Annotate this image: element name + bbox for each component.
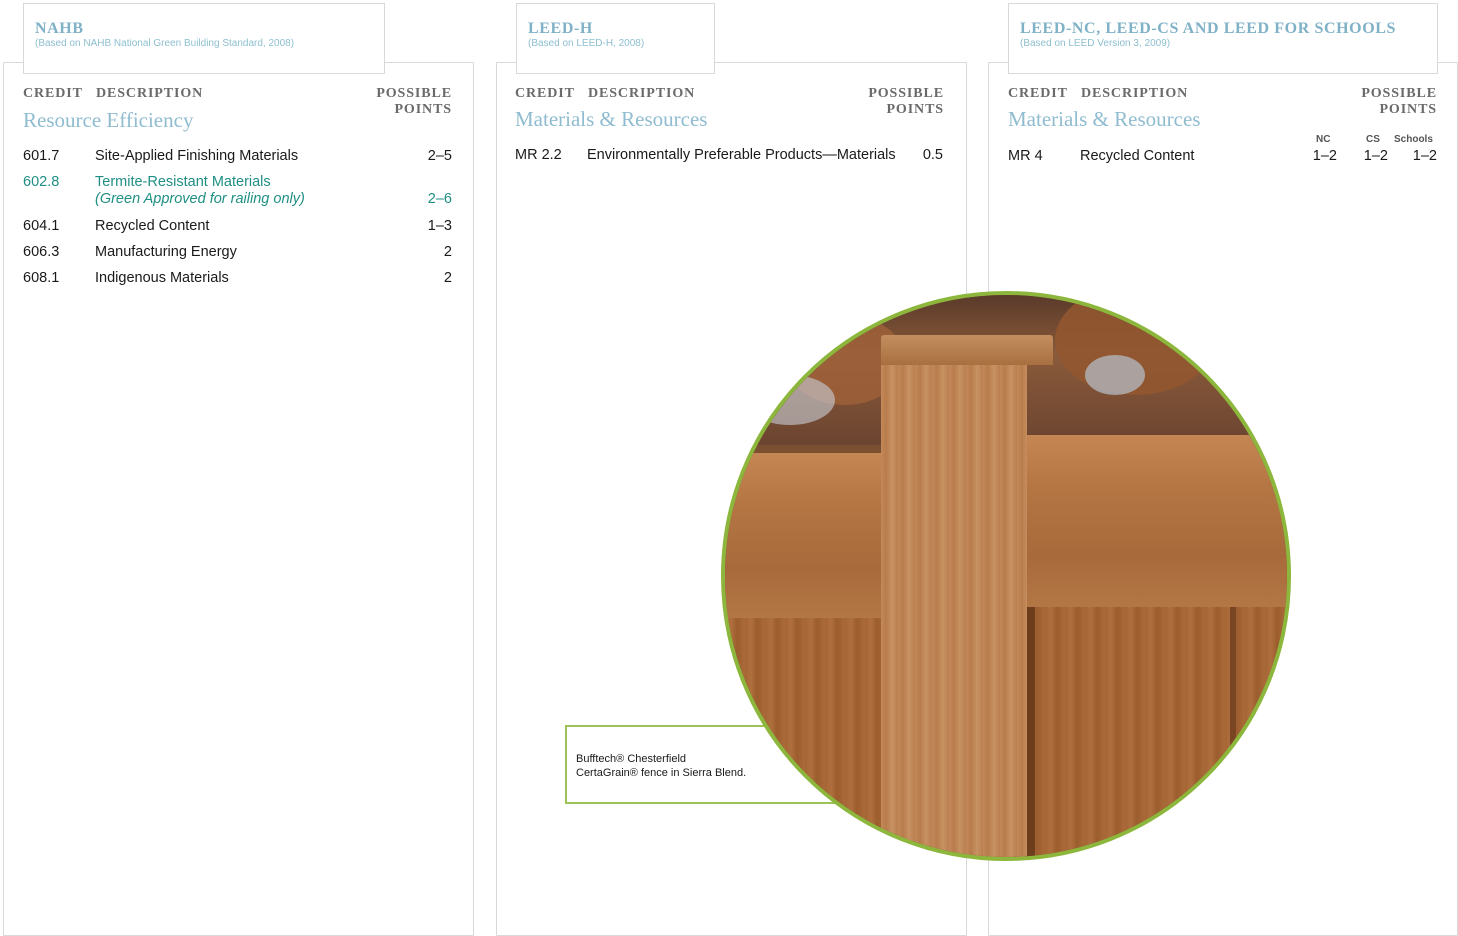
row-points: 1–3 — [427, 218, 452, 234]
row-description: Environmentally Preferable Products—Mate… — [587, 147, 896, 163]
credit-header: CREDIT — [1008, 86, 1068, 101]
cs-subheader: CS — [1366, 134, 1380, 145]
credit-header: CREDIT — [515, 86, 575, 101]
description-header: DESCRIPTION — [1081, 86, 1189, 101]
description-header: DESCRIPTION — [96, 86, 204, 101]
panel-title: LEED-H — [528, 20, 593, 37]
row-cs-points: 1–2 — [1363, 148, 1388, 164]
nahb-title-box: NAHB (Based on NAHB National Green Build… — [23, 3, 385, 74]
description-header: DESCRIPTION — [588, 86, 696, 101]
row-credit: MR 2.2 — [515, 147, 562, 163]
row-note: (Green Approved for railing only) — [95, 191, 305, 207]
fence-rail — [1020, 435, 1287, 607]
panel-subtitle: (Based on NAHB National Green Building S… — [35, 38, 295, 49]
row-nc-points: 1–2 — [1312, 148, 1337, 164]
fence-board — [725, 615, 885, 857]
section-title: Materials & Resources — [515, 107, 708, 131]
fence-board — [1025, 600, 1287, 857]
panel-subtitle: (Based on LEED-H, 2008) — [528, 38, 645, 49]
sky-patch — [745, 375, 835, 425]
panel-subtitle: (Based on LEED Version 3, 2009) — [1020, 38, 1171, 49]
points-header: POSSIBLE POINTS — [376, 86, 452, 117]
row-credit: 601.7 — [23, 148, 60, 164]
section-title: Resource Efficiency — [23, 108, 194, 132]
row-credit: 608.1 — [23, 270, 60, 286]
leed-nc-title-box: LEED-NC, LEED-CS AND LEED FOR SCHOOLS (B… — [1008, 3, 1438, 74]
row-points: 2 — [443, 244, 452, 260]
row-credit: MR 4 — [1008, 148, 1043, 164]
row-credit: 604.1 — [23, 218, 60, 234]
row-points: 2–5 — [427, 148, 452, 164]
row-description: Recycled Content — [95, 218, 210, 234]
row-description: Termite-Resistant Materials — [95, 174, 271, 190]
leed-h-title-box: LEED-H (Based on LEED-H, 2008) — [516, 3, 715, 74]
points-header: POSSIBLE POINTS — [868, 86, 944, 117]
credit-header: CREDIT — [23, 86, 83, 101]
row-description: Indigenous Materials — [95, 270, 229, 286]
post-cap — [881, 335, 1053, 365]
row-points: 0.5 — [922, 147, 943, 163]
panel-title: NAHB — [35, 20, 84, 37]
section-title: Materials & Resources — [1008, 107, 1201, 131]
row-description: Recycled Content — [1080, 148, 1195, 164]
row-description: Manufacturing Energy — [95, 244, 237, 260]
schools-subheader: Schools — [1394, 134, 1433, 145]
sky-patch — [1085, 355, 1145, 395]
row-credit: 606.3 — [23, 244, 60, 260]
fence-post — [881, 357, 1027, 857]
nc-subheader: NC — [1316, 134, 1331, 145]
panel-title: LEED-NC, LEED-CS AND LEED FOR SCHOOLS — [1020, 20, 1397, 37]
row-points: 2 — [443, 270, 452, 286]
board-gap — [1230, 600, 1236, 857]
row-points: 2–6 — [427, 191, 452, 207]
points-header: POSSIBLE POINTS — [1361, 86, 1437, 117]
fence-photo — [721, 291, 1291, 861]
fence-rail — [725, 453, 895, 618]
row-schools-points: 1–2 — [1412, 148, 1437, 164]
row-description: Site-Applied Finishing Materials — [95, 148, 299, 164]
row-credit: 602.8 — [23, 174, 60, 190]
